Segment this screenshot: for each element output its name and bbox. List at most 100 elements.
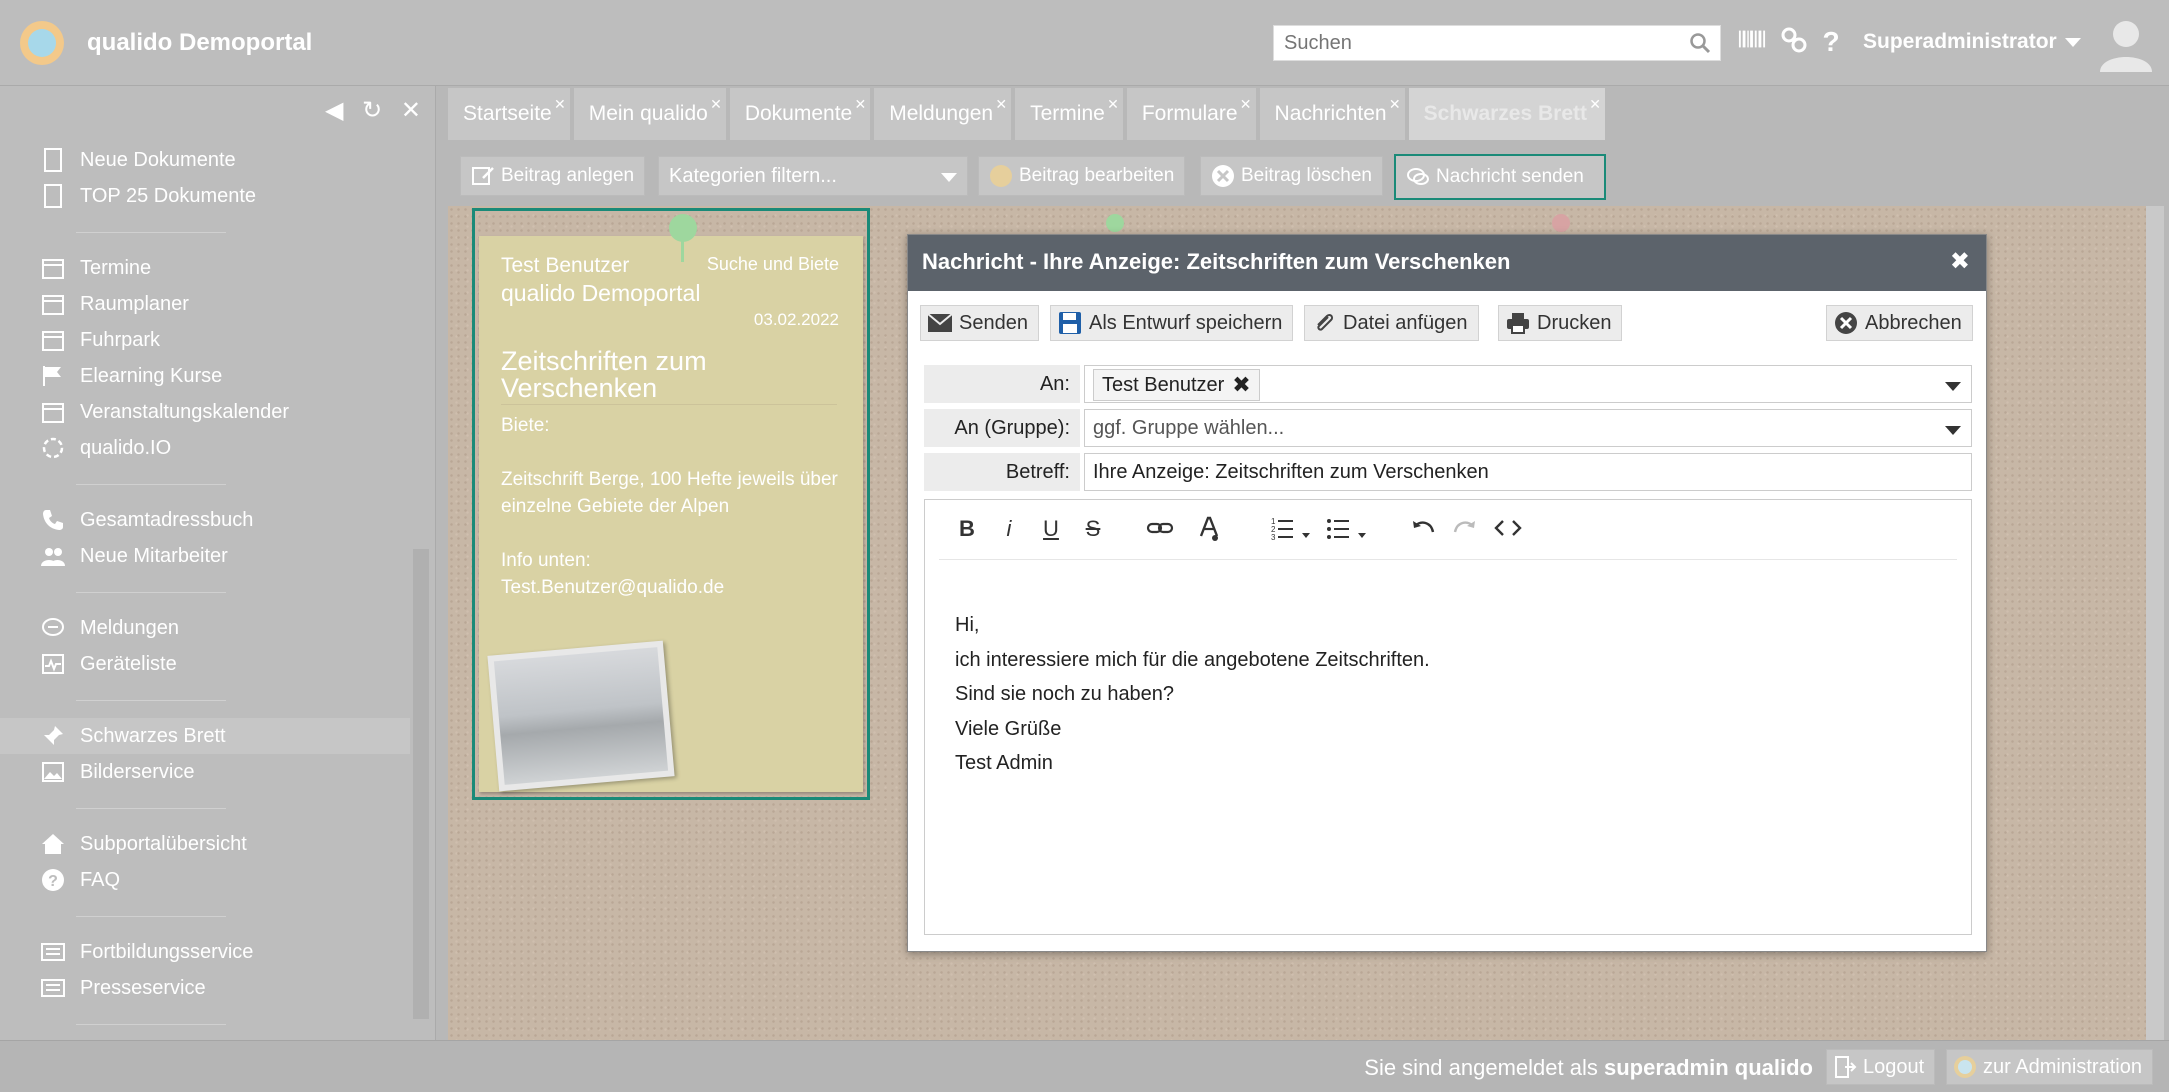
undo-icon[interactable] [1409, 514, 1437, 544]
sidebar-divider [0, 214, 410, 250]
tab-meldungen[interactable]: Meldungen ✕ [874, 88, 1012, 140]
sidebar-divider [0, 898, 410, 934]
tab-startseite[interactable]: Startseite ✕ [448, 88, 570, 140]
close-icon[interactable]: ✕ [854, 96, 866, 113]
portal-logo-icon[interactable] [20, 21, 64, 65]
scrollbar-thumb[interactable] [413, 549, 429, 1019]
tab-dokumente[interactable]: Dokumente ✕ [729, 88, 871, 140]
print-button[interactable]: Drucken [1498, 305, 1623, 341]
sidebar-item-neue-mitarbeiter[interactable]: Neue Mitarbeiter [0, 538, 410, 574]
bullet-list-icon[interactable] [1325, 514, 1373, 544]
tab-termine[interactable]: Termine ✕ [1015, 88, 1123, 140]
tab-mein-qualido[interactable]: Mein qualido ✕ [573, 88, 726, 140]
edit-post-button[interactable]: Beitrag bearbeiten [978, 156, 1186, 196]
logout-button[interactable]: Logout [1826, 1049, 1936, 1085]
sidebar-scrollbar[interactable] [411, 144, 431, 1024]
close-icon[interactable]: ✕ [1389, 96, 1401, 113]
send-button[interactable]: Senden [920, 305, 1039, 341]
collapse-icon[interactable]: ◀ [325, 96, 343, 125]
underline-icon[interactable]: U [1039, 514, 1063, 544]
recipient-chip[interactable]: Test Benutzer ✖ [1093, 369, 1260, 401]
note-photo[interactable] [487, 640, 675, 792]
refresh-icon[interactable]: ↻ [362, 96, 382, 125]
group-select[interactable]: ggf. Gruppe wählen... [1084, 409, 1972, 447]
administration-button[interactable]: zur Administration [1946, 1049, 2153, 1085]
logout-icon [1835, 1056, 1857, 1078]
sidebar-item-geraeteliste[interactable]: Geräteliste [0, 646, 410, 682]
tab-nachrichten[interactable]: Nachrichten ✕ [1259, 88, 1405, 140]
close-icon[interactable]: ✖ [1950, 247, 1970, 276]
note-portal: qualido Demoportal [501, 280, 701, 306]
attach-file-button[interactable]: Datei anfügen [1304, 305, 1479, 341]
sidebar-item-meldungen[interactable]: Meldungen [0, 610, 410, 646]
sidebar-item-termine[interactable]: Termine [0, 250, 410, 286]
remove-recipient-icon[interactable]: ✖ [1232, 372, 1250, 398]
close-icon[interactable]: ✕ [1240, 96, 1252, 113]
close-icon[interactable]: ✕ [1589, 96, 1601, 113]
sidebar-item-neue-dokumente[interactable]: Neue Dokumente [0, 142, 410, 178]
sidebar-item-top-25-dokumente[interactable]: TOP 25 Dokumente [0, 178, 410, 214]
dialog-header: Nachricht - Ihre Anzeige: Zeitschriften … [908, 235, 1986, 291]
pinned-note[interactable]: Test Benutzer Suche und Biete qualido De… [479, 214, 863, 792]
newspaper-icon [40, 939, 66, 965]
search-icon[interactable] [1688, 31, 1712, 55]
avatar[interactable] [2096, 14, 2156, 74]
svg-text:?: ? [48, 873, 58, 890]
chevron-down-icon[interactable] [1945, 426, 1961, 435]
sidebar-item-subportaluebersicht[interactable]: Subportalübersicht [0, 826, 410, 862]
sidebar-item-gesamtadressbuch[interactable]: Gesamtadressbuch [0, 502, 410, 538]
sidebar-menu: Neue Dokumente TOP 25 Dokumente Termine … [0, 142, 410, 1042]
sidebar-item-elearning-kurse[interactable]: Elearning Kurse [0, 358, 410, 394]
italic-icon[interactable]: i [997, 514, 1021, 544]
strikethrough-icon[interactable]: S [1081, 514, 1105, 544]
board-scrollbar[interactable] [2146, 206, 2164, 1040]
sidebar-item-fuhrpark[interactable]: Fuhrpark [0, 322, 410, 358]
sidebar-tools: ◀ ↻ ✕ [313, 96, 421, 125]
close-icon[interactable]: ✕ [1107, 96, 1119, 113]
sidebar-item-raumplaner[interactable]: Raumplaner [0, 286, 410, 322]
sidebar-item-veranstaltungskalender[interactable]: Veranstaltungskalender [0, 394, 410, 430]
redo-icon[interactable] [1451, 514, 1479, 544]
save-draft-button[interactable]: Als Entwurf speichern [1050, 305, 1294, 341]
sidebar-item-schwarzes-brett[interactable]: Schwarzes Brett [0, 718, 410, 754]
tab-bar: Startseite ✕ Mein qualido ✕ Dokumente ✕ Mel… [448, 86, 1609, 140]
message-editor[interactable]: B i U S 123 Hi, ich interessiere mich fü… [924, 499, 1972, 935]
sidebar-item-qualido-io[interactable]: qualido.IO [0, 430, 410, 466]
close-icon[interactable]: ✕ [554, 96, 566, 113]
help-icon[interactable]: ? [1816, 26, 1846, 58]
sidebar-item-faq[interactable]: ? FAQ [0, 862, 410, 898]
subject-input[interactable]: Ihre Anzeige: Zeitschriften zum Verschen… [1084, 453, 1972, 491]
bold-icon[interactable]: B [955, 514, 979, 544]
app-title: qualido Demoportal [87, 29, 313, 56]
chevron-down-icon[interactable] [1945, 382, 1961, 391]
tab-schwarzes-brett[interactable]: Schwarzes Brett ✕ [1408, 88, 1605, 140]
sidebar-item-fortbildungsservice[interactable]: Fortbildungsservice [0, 934, 410, 970]
barcode-icon[interactable] [1737, 26, 1767, 58]
ordered-list-icon[interactable]: 123 [1269, 514, 1317, 544]
cancel-button[interactable]: Abbrechen [1826, 305, 1973, 341]
link-icon[interactable] [1145, 514, 1175, 544]
status-footer: Sie sind angemeldet als superadmin quali… [0, 1040, 2169, 1092]
send-message-button[interactable]: Nachricht senden [1394, 154, 1606, 200]
recipient-select[interactable]: Test Benutzer ✖ [1084, 365, 1972, 403]
calendar-icon [40, 291, 66, 317]
close-icon[interactable]: ✕ [401, 96, 421, 125]
tab-formulare[interactable]: Formulare ✕ [1126, 88, 1256, 140]
user-menu-name[interactable]: Superadministrator [1863, 30, 2057, 54]
sidebar: ◀ ↻ ✕ Neue Dokumente TOP 25 Dokumente Te… [0, 86, 436, 1040]
close-icon[interactable]: ✕ [995, 96, 1007, 113]
add-post-button[interactable]: Beitrag anlegen [460, 156, 646, 196]
category-filter-select[interactable]: Kategorien filtern... [658, 156, 968, 196]
code-view-icon[interactable] [1493, 514, 1523, 544]
sidebar-item-bilderservice[interactable]: Bilderservice [0, 754, 410, 790]
sidebar-item-presseservice[interactable]: Presseservice [0, 970, 410, 1006]
message-body[interactable]: Hi, ich interessiere mich für die angebo… [955, 608, 1430, 781]
chevron-down-icon[interactable] [2065, 38, 2081, 47]
gears-icon[interactable] [1779, 26, 1809, 58]
close-icon[interactable]: ✕ [710, 96, 722, 113]
search-input[interactable] [1274, 26, 1674, 60]
search-box[interactable] [1273, 25, 1721, 61]
delete-post-button[interactable]: Beitrag löschen [1200, 156, 1383, 196]
printer-icon [1505, 310, 1531, 336]
text-color-icon[interactable] [1197, 514, 1223, 544]
